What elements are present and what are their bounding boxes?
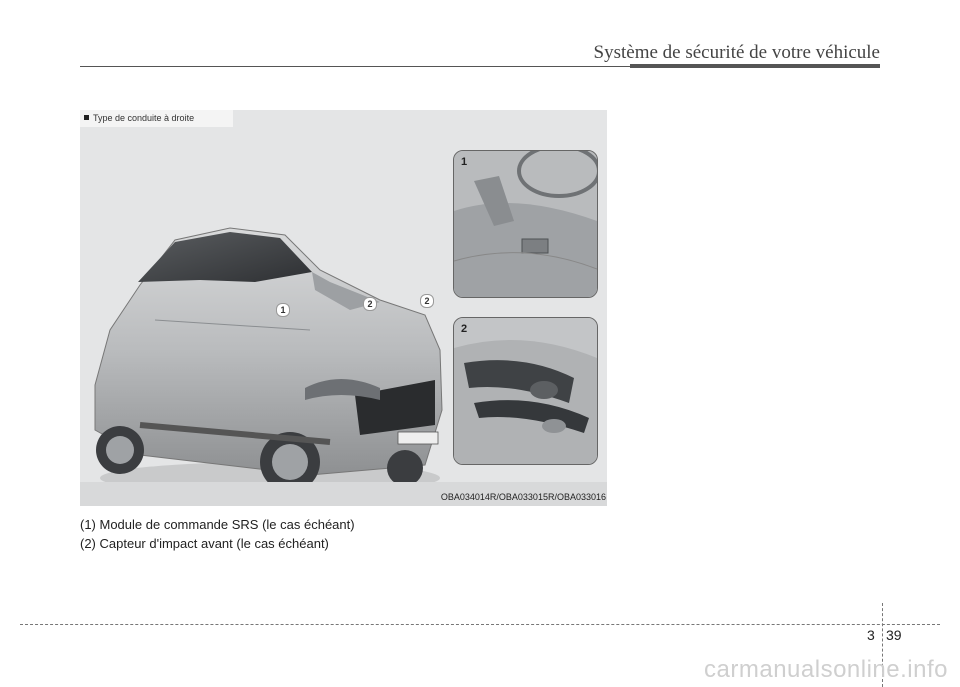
inset-impact-sensor: 2 bbox=[453, 317, 598, 465]
watermark: carmanualsonline.info bbox=[704, 656, 948, 683]
caption-line: (1) Module de commande SRS (le cas échéa… bbox=[80, 517, 355, 532]
figure-tag: Type de conduite à droite bbox=[80, 110, 233, 127]
callout-marker: 2 bbox=[363, 297, 377, 311]
section-number: 3 bbox=[867, 627, 875, 643]
page-header-title: Système de sécurité de votre véhicule bbox=[593, 42, 880, 63]
inset-srs-module: 1 bbox=[453, 150, 598, 298]
header-rule-accent bbox=[630, 64, 880, 68]
inset-number: 1 bbox=[461, 156, 468, 168]
inset-number: 2 bbox=[461, 323, 468, 335]
figure: Type de conduite à droite 1 2 2 1 2 OBA0… bbox=[80, 110, 607, 506]
figure-code: OBA034014R/OBA033015R/OBA033016 bbox=[80, 482, 607, 506]
page-number: 39 bbox=[886, 627, 902, 643]
footer-rule bbox=[20, 624, 940, 625]
car-illustration bbox=[94, 227, 443, 494]
caption-line: (2) Capteur d'impact avant (le cas échéa… bbox=[80, 536, 329, 551]
callout-marker: 2 bbox=[420, 294, 434, 308]
captions: (1) Module de commande SRS (le cas échéa… bbox=[80, 515, 355, 553]
square-bullet-icon bbox=[84, 115, 89, 120]
inset-front-illustration bbox=[454, 318, 597, 464]
figure-tag-label: Type de conduite à droite bbox=[93, 113, 195, 123]
callout-marker: 1 bbox=[276, 303, 290, 317]
inset-interior-illustration bbox=[454, 151, 597, 297]
